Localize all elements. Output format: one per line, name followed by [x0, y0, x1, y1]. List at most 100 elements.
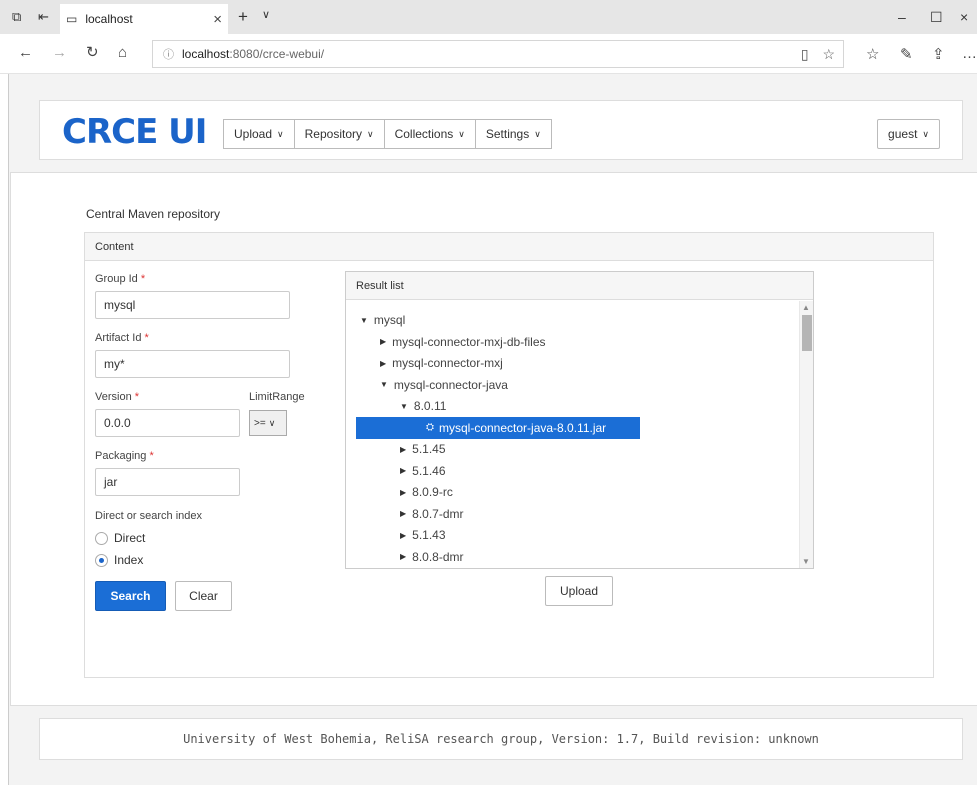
caret-right-icon[interactable]: ▶ — [400, 445, 406, 454]
chevron-down-icon[interactable]: ∨ — [262, 10, 270, 21]
caret-right-icon[interactable]: ▶ — [400, 466, 406, 475]
tree-item-label: 5.1.45 — [412, 442, 446, 456]
search-button[interactable]: Search — [95, 581, 166, 611]
url-input[interactable]: ⓘ localhost:8080/crce-webui/ ▯ ☆ — [152, 40, 844, 68]
tree-item-label: mysql-connector-mxj-db-files — [392, 334, 546, 349]
url-path: :8080/crce-webui/ — [229, 47, 325, 61]
minimize-icon[interactable]: – — [898, 9, 906, 25]
result-list-title: Result list — [346, 272, 813, 300]
close-window-icon[interactable]: × — [960, 9, 968, 25]
scroll-thumb[interactable] — [802, 315, 812, 351]
radio-direct-button[interactable] — [95, 531, 108, 545]
packaging-input[interactable]: jar — [95, 468, 240, 496]
chevron-down-icon: ∨ — [534, 128, 541, 139]
caret-right-icon[interactable]: ▶ — [380, 359, 386, 368]
app-logo[interactable]: CRCE UI — [62, 112, 207, 152]
footer: University of West Bohemia, ReliSA resea… — [39, 718, 963, 760]
reading-view-icon[interactable]: ▯ — [801, 46, 809, 62]
caret-down-icon[interactable]: ▼ — [400, 402, 408, 411]
main-menu: Upload ∨ Repository ∨ Collections ∨ Setting… — [223, 119, 552, 149]
tree-item[interactable]: ▶ 8.0.8-dmr — [400, 546, 464, 568]
url-host: localhost — [182, 47, 230, 61]
radio-index[interactable]: Index — [95, 553, 143, 567]
result-list-panel: Result list ▼ mysql ▶ mysql-connector-mxj-d… — [345, 271, 814, 569]
tree-item-selected[interactable]: ⛭ mysql-connector-java-8.0.11.jar — [356, 416, 640, 439]
tree-item-label: 5.1.46 — [412, 463, 446, 478]
tree-item-label: 8.0.7-dmr — [412, 506, 464, 521]
group-id-label: Group Id * — [95, 273, 146, 285]
repository-title: Central Maven repository — [86, 207, 221, 221]
tree-item[interactable]: ▶ mysql-connector-mxj-db-files — [380, 331, 546, 353]
menu-upload[interactable]: Upload ∨ — [223, 119, 295, 149]
version-input[interactable]: 0.0.0 — [95, 409, 240, 437]
radio-direct[interactable]: Direct — [95, 531, 145, 545]
tree-item[interactable]: ▶ 8.0.7-dmr — [400, 503, 464, 525]
version-label: Version * — [95, 391, 140, 403]
more-icon[interactable]: … — [962, 45, 977, 62]
menu-repository[interactable]: Repository ∨ — [293, 119, 385, 149]
tree-item[interactable]: ▶ 5.1.46 — [400, 460, 446, 482]
result-scrollbar[interactable]: ▲ ▼ — [799, 301, 813, 568]
share-icon[interactable]: ⇪ — [932, 45, 945, 63]
top-navbar: CRCE UI Upload ∨ Repository ∨ Collections ∨… — [39, 100, 963, 160]
tree-item-label: 8.0.8-dmr — [412, 549, 464, 564]
tree-item[interactable]: ▼ 8.0.11 — [400, 395, 446, 417]
menu-collections[interactable]: Collections ∨ — [383, 119, 476, 149]
home-icon[interactable]: ⌂ — [118, 45, 127, 60]
tree-item-label: mysql-connector-mxj — [392, 356, 503, 370]
content-panel: Content Group Id * mysql Artifact Id * m… — [84, 232, 934, 678]
new-tab-icon[interactable]: + — [238, 8, 248, 25]
clear-button[interactable]: Clear — [175, 581, 232, 611]
user-menu-button[interactable]: guest ∨ — [877, 119, 940, 149]
caret-down-icon[interactable]: ▼ — [360, 316, 368, 325]
caret-right-icon[interactable]: ▶ — [400, 552, 406, 561]
caret-right-icon[interactable]: ▶ — [380, 337, 386, 346]
caret-right-icon[interactable]: ▶ — [400, 531, 406, 540]
scroll-down-icon[interactable]: ▼ — [802, 557, 810, 566]
browser-tab[interactable]: ▭ localhost × — [60, 4, 228, 34]
caret-down-icon[interactable]: ▼ — [380, 380, 388, 389]
chevron-down-icon: ∨ — [922, 128, 929, 139]
panel-title: Content — [85, 233, 933, 261]
mode-label: Direct or search index — [95, 510, 202, 522]
artifact-id-label: Artifact Id * — [95, 332, 149, 344]
tree-item-label: mysql — [373, 313, 406, 327]
tree-item[interactable]: ▶ mysql-connector-mxj — [380, 352, 503, 374]
tree-item[interactable]: ▶ 5.1.43 — [400, 524, 446, 546]
address-bar-row: ← → ↻ ⌂ ⓘ localhost:8080/crce-webui/ ▯ ☆… — [0, 34, 977, 74]
tree-item[interactable]: ▶ 5.1.45 — [400, 438, 446, 460]
page-icon: ▭ — [66, 12, 78, 26]
caret-right-icon[interactable]: ▶ — [400, 488, 406, 497]
upload-button[interactable]: Upload — [545, 576, 613, 606]
favorite-icon[interactable]: ☆ — [822, 46, 835, 62]
limit-range-label: LimitRange — [249, 391, 305, 403]
favorites-icon[interactable]: ☆ — [866, 45, 879, 63]
caret-right-icon[interactable]: ▶ — [400, 509, 406, 518]
limit-range-select[interactable]: >= ∨ — [249, 410, 287, 436]
set-aside-icon[interactable]: ⇤ — [38, 10, 49, 23]
close-icon[interactable]: × — [213, 11, 222, 28]
refresh-icon[interactable]: ↻ — [86, 45, 99, 60]
group-id-input[interactable]: mysql — [95, 291, 290, 319]
tree-item[interactable]: ▼ mysql-connector-java — [380, 374, 508, 396]
tree-item[interactable]: ▶ 8.0.9-rc — [400, 481, 453, 503]
tree-item[interactable]: ▼ mysql — [360, 309, 405, 331]
tree-item-label: 8.0.9-rc — [412, 485, 453, 499]
artifact-id-input[interactable]: my* — [95, 350, 290, 378]
forward-icon[interactable]: → — [52, 45, 67, 60]
result-tree: ▼ mysql ▶ mysql-connector-mxj-db-files ▶ mysq… — [346, 301, 800, 568]
info-icon[interactable]: ⓘ — [163, 46, 174, 62]
back-icon[interactable]: ← — [18, 45, 33, 60]
notes-icon[interactable]: ✎ — [900, 45, 913, 63]
maximize-icon[interactable]: ☐ — [930, 9, 943, 26]
tree-item-label: mysql-connector-java — [393, 377, 508, 392]
chevron-down-icon: ∨ — [268, 417, 276, 428]
main-content: Central Maven repository Content Group I… — [10, 172, 977, 706]
radio-index-button[interactable] — [95, 553, 108, 567]
tree-item-label: 5.1.43 — [412, 528, 446, 542]
tab-actions-icon[interactable]: ⧉ — [12, 10, 21, 23]
menu-settings[interactable]: Settings ∨ — [474, 119, 552, 149]
tree-item-label: mysql-connector-java-8.0.11.jar — [439, 420, 607, 435]
scroll-up-icon[interactable]: ▲ — [802, 303, 810, 312]
tab-title: localhost — [85, 12, 133, 26]
